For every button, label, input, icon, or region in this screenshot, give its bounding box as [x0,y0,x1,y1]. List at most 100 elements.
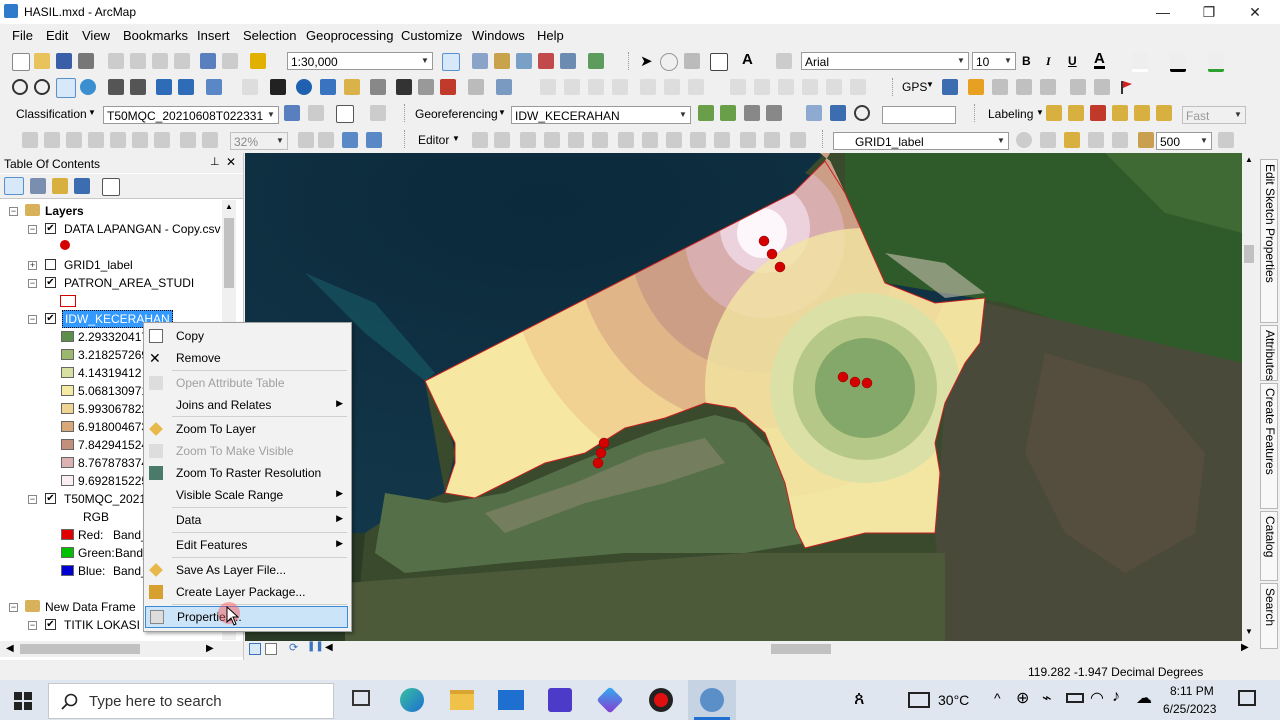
font-combo[interactable]: Arial ▼ [801,52,969,70]
refresh-icon[interactable]: ⟳ [289,641,298,654]
shift-raster-icon[interactable] [766,105,782,121]
map-scale-combo[interactable]: 1:30,000 ▼ [287,52,433,70]
menu-item-zoom-raster-resolution[interactable]: Zoom To Raster Resolution [144,462,349,484]
labeling-menu[interactable]: Labeling [988,107,1033,121]
gps-connect-icon[interactable] [942,79,958,95]
editing-tool4-icon[interactable] [802,79,818,95]
menu-item-copy[interactable]: Copy [144,325,349,347]
effects-transparency-icon[interactable] [1064,132,1080,148]
label-weight-icon[interactable] [1090,105,1106,121]
effects-contrast-icon[interactable] [1016,132,1032,148]
menu-file[interactable]: File [12,28,33,43]
layer-visibility-checkbox[interactable] [45,259,56,270]
layer-visibility-checkbox[interactable]: ✔ [45,619,56,630]
scroll-thumb[interactable] [224,218,234,288]
view-link-table-icon[interactable] [806,105,822,121]
scroll-thumb[interactable] [20,644,140,654]
snapping-end-icon[interactable] [612,79,628,95]
edge-browser-icon[interactable] [400,688,424,712]
label-options-icon[interactable] [1156,105,1172,121]
label-quality-combo[interactable]: Fast ▼ [1182,106,1246,124]
clear-selection-icon[interactable] [242,79,258,95]
identify-info-icon[interactable] [296,79,312,95]
collapse-icon[interactable]: − [28,279,37,288]
add-control-points-icon[interactable] [698,105,714,121]
classification-menu[interactable]: Classification [16,107,87,121]
draw-polygon-icon[interactable] [336,105,354,123]
font-size-combo[interactable]: 10 ▼ [972,52,1016,70]
label-manager-icon[interactable] [1046,105,1062,121]
forward-extent-icon[interactable] [178,79,194,95]
measure-icon[interactable] [370,79,386,95]
menu-windows[interactable]: Windows [472,28,525,43]
toolbar-grip[interactable] [822,130,826,148]
flag-icon[interactable] [1118,79,1134,95]
fixed-zoom-icon[interactable] [132,132,148,148]
maximize-button[interactable]: ❐ [1186,0,1232,24]
menu-item-properties[interactable]: Properties... [145,606,348,628]
fixed-zoom-in-icon[interactable] [108,79,124,95]
classify-icon[interactable] [370,105,386,121]
toggle-draft-icon[interactable] [298,132,314,148]
label-scale-combo[interactable]: 500 ▼ [1156,132,1212,150]
scroll-down-icon[interactable]: ▼ [1245,627,1253,636]
layout-zoom-combo[interactable]: 32% ▼ [230,132,288,150]
toolbar-grip[interactable] [892,78,896,96]
layout-pan-icon[interactable] [66,132,82,148]
toolbar-grip[interactable] [404,104,408,122]
task-view-icon[interactable] [352,690,370,706]
italic-button[interactable]: I [1046,54,1051,69]
label-layer-combo[interactable]: GRID1_label ▼ [833,132,1009,150]
find-route-icon[interactable] [418,79,434,95]
close-button[interactable]: ✕ [1232,0,1278,24]
expand-icon[interactable]: + [28,261,37,270]
endpoint-arc-icon[interactable] [544,132,560,148]
layout-zoom-in-icon[interactable] [22,132,38,148]
full-extent-icon[interactable] [80,79,96,95]
redo-icon[interactable] [222,53,238,69]
scroll-left-icon[interactable]: ◀ [325,642,333,653]
effects-brightness-icon[interactable] [1040,132,1056,148]
collapse-icon[interactable]: − [28,225,37,234]
data-driven-pages-icon[interactable] [366,132,382,148]
scale-icon[interactable] [1138,132,1154,148]
snapping-edge-icon[interactable] [564,79,580,95]
mail-icon[interactable] [498,690,524,710]
rectangle-draw-icon[interactable] [710,53,728,71]
line-color-icon[interactable] [1170,53,1186,72]
change-layout-icon[interactable] [342,132,358,148]
find-icon[interactable] [396,79,412,95]
people-icon[interactable]: ጰ [854,688,865,709]
georef-layer-combo[interactable]: IDW_KECERAHAN ▼ [511,106,691,124]
open-folder-icon[interactable] [34,53,50,69]
arctoolbox-icon[interactable] [538,53,554,69]
menu-selection[interactable]: Selection [243,28,296,43]
temperature[interactable]: 30°C [938,692,969,708]
edit-vertices-icon[interactable] [776,53,792,69]
scroll-thumb[interactable] [771,644,831,654]
fill-color-icon[interactable] [1132,53,1148,72]
menu-item-save-as-layer-file[interactable]: Save As Layer File... [144,559,349,581]
paste-icon[interactable] [152,53,168,69]
tab-attributes[interactable]: Attributes [1260,325,1278,381]
map-vertical-scrollbar[interactable]: ▲ ▼ [1242,153,1256,641]
select-elements-icon[interactable] [270,79,286,95]
rotate-raster-icon[interactable] [744,105,760,121]
cut-icon[interactable] [108,53,124,69]
add-data-icon[interactable] [250,53,266,69]
collapse-icon[interactable]: − [28,621,37,630]
gps-tool-icon[interactable] [1070,79,1086,95]
scroll-up-icon[interactable]: ▲ [225,202,233,211]
fixed-zoom-out-icon[interactable] [130,79,146,95]
menu-item-open-attribute-table[interactable]: Open Attribute Table [144,372,349,394]
recorder-icon[interactable] [649,688,673,712]
layer-visibility-checkbox[interactable]: ✔ [45,313,56,324]
sketch-properties-icon[interactable] [764,132,780,148]
snapping-icon[interactable] [540,79,556,95]
rotate-edit-icon[interactable] [714,132,730,148]
lock-labels-icon[interactable] [1112,105,1128,121]
menu-help[interactable]: Help [537,28,564,43]
rotate-icon[interactable] [854,105,870,121]
map-canvas[interactable] [245,153,1242,641]
scroll-right-icon[interactable]: ▶ [1241,642,1249,653]
